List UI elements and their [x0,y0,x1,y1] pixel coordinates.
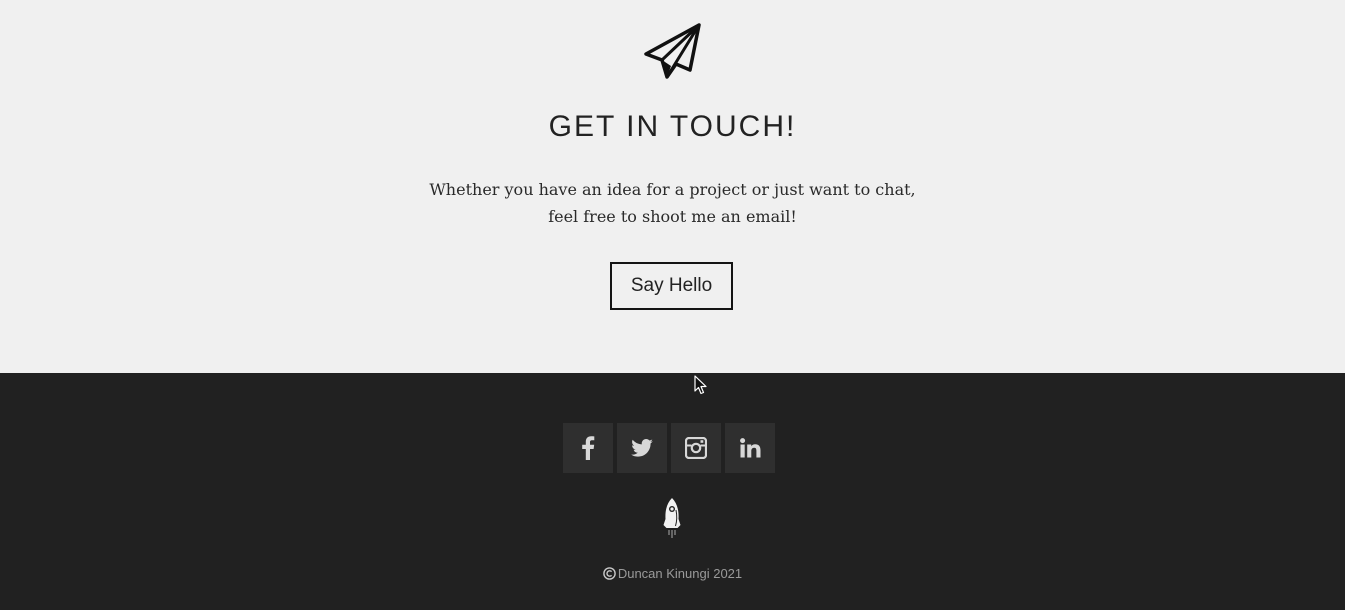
contact-description-line-2: feel free to shoot me an email! [548,207,797,226]
linkedin-icon [739,438,760,458]
copyright: Duncan Kinungi 2021 [0,566,1345,581]
contact-description: Whether you have an idea for a project o… [0,176,1345,230]
instagram-icon [685,437,707,459]
linkedin-link[interactable] [725,423,775,473]
facebook-icon [582,436,595,460]
social-links [563,423,775,473]
instagram-link[interactable] [671,423,721,473]
copyright-icon [603,567,616,580]
rocket-icon [663,498,681,538]
paper-plane-icon [644,23,701,79]
twitter-icon [631,439,653,457]
contact-title: GET IN TOUCH! [548,110,797,143]
mouse-cursor-icon [694,375,707,395]
twitter-link[interactable] [617,423,667,473]
facebook-link[interactable] [563,423,613,473]
footer: Duncan Kinungi 2021 [0,373,1345,610]
say-hello-button[interactable]: Say Hello [610,262,733,310]
contact-section: GET IN TOUCH! Whether you have an idea f… [0,0,1345,373]
copyright-text: Duncan Kinungi 2021 [617,566,743,581]
contact-description-line-1: Whether you have an idea for a project o… [429,180,916,199]
